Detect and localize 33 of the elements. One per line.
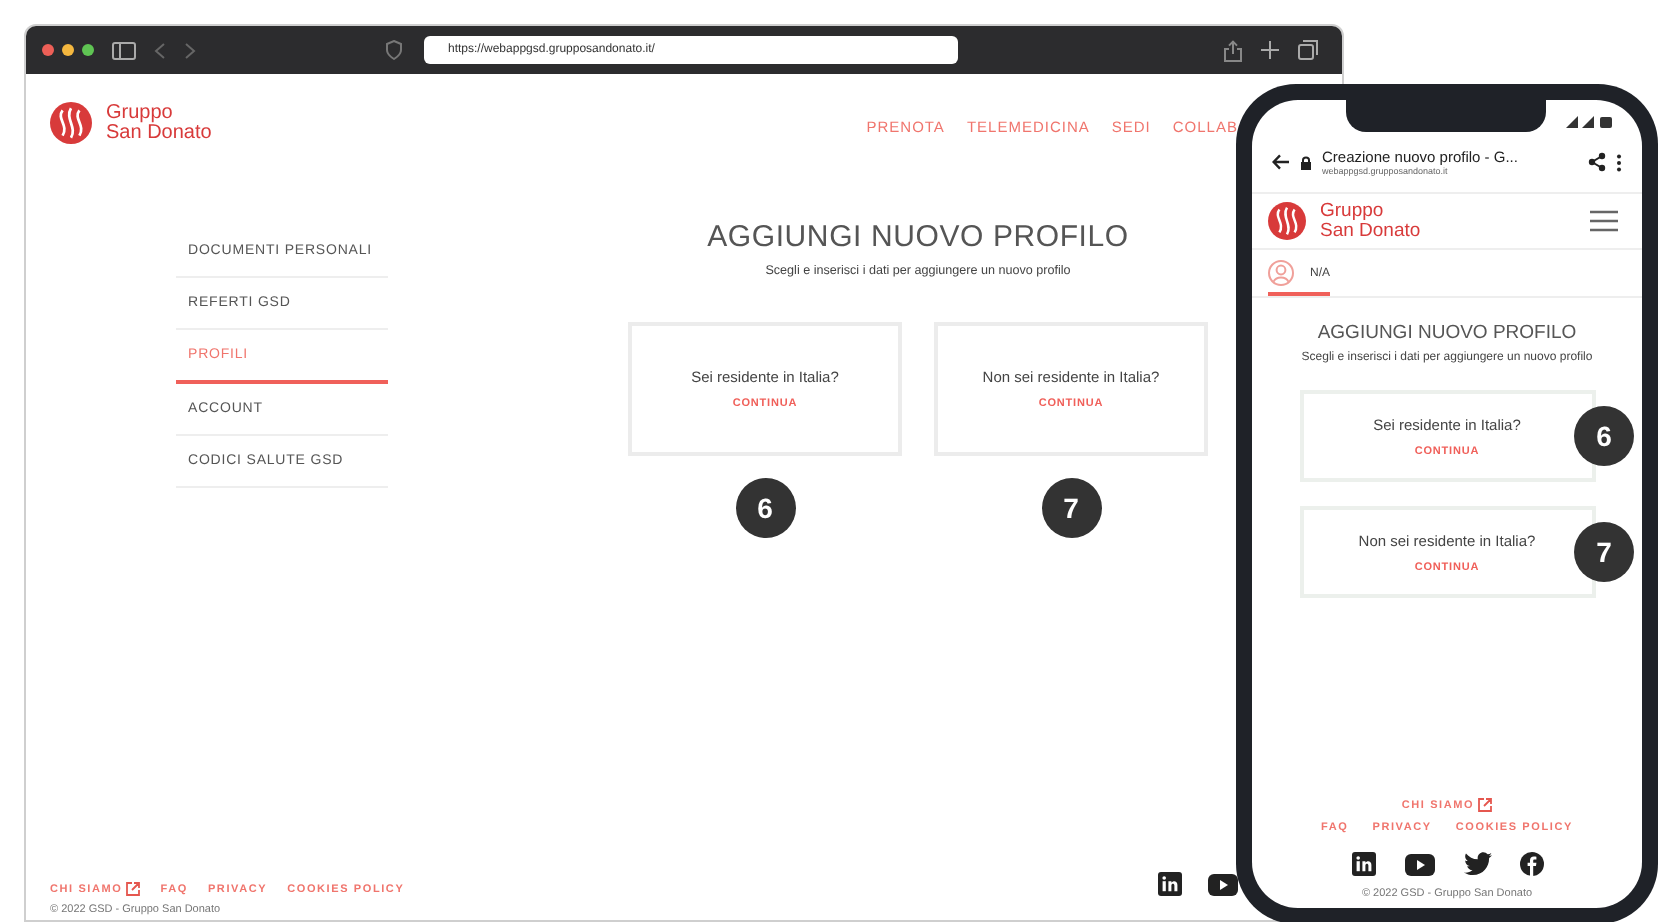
- youtube-icon[interactable]: [1208, 873, 1238, 895]
- callout-number: 6: [1574, 406, 1634, 466]
- twitter-icon[interactable]: [1463, 852, 1491, 876]
- facebook-icon[interactable]: [1519, 852, 1543, 876]
- linkedin-icon[interactable]: [1351, 852, 1375, 876]
- minimize-icon[interactable]: [62, 44, 74, 56]
- logo-icon: [1268, 202, 1306, 240]
- callout-number: 7: [1574, 522, 1634, 582]
- external-link-icon: [1478, 798, 1493, 812]
- status-icons: [1566, 116, 1614, 128]
- share-icon[interactable]: [1588, 152, 1606, 172]
- lock-icon: [1300, 155, 1312, 169]
- shield-icon[interactable]: [386, 40, 402, 60]
- callout-number: 7: [1041, 478, 1101, 538]
- page-title: AGGIUNGI NUOVO PROFILO: [1315, 322, 1579, 344]
- back-icon[interactable]: [1272, 154, 1290, 170]
- user-icon: [1268, 260, 1294, 286]
- logo-icon: [50, 102, 92, 144]
- forward-icon[interactable]: [184, 41, 196, 59]
- more-icon[interactable]: [1616, 153, 1622, 171]
- linkedin-icon[interactable]: [1158, 872, 1182, 896]
- page-title: AGGIUNGI NUOVO PROFILO: [707, 220, 1129, 254]
- external-link-icon: [126, 882, 141, 896]
- menu-icon[interactable]: [1590, 210, 1618, 232]
- close-icon[interactable]: [42, 44, 54, 56]
- plus-icon[interactable]: [1260, 40, 1280, 60]
- sidebar-icon[interactable]: [112, 41, 136, 59]
- maximize-icon[interactable]: [82, 44, 94, 56]
- logo-text[interactable]: Gruppo San Donato: [106, 103, 212, 143]
- callout-number: 6: [735, 478, 795, 538]
- youtube-icon[interactable]: [1403, 853, 1435, 875]
- logo-text[interactable]: Gruppo San Donato: [1320, 202, 1421, 240]
- tabs-icon[interactable]: [1298, 40, 1318, 60]
